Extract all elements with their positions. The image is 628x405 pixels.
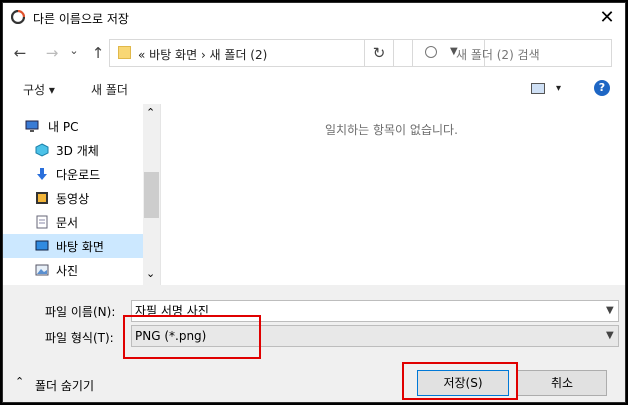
- up-button[interactable]: ↑: [87, 42, 109, 64]
- recent-locations-button[interactable]: ⌄: [63, 40, 85, 62]
- close-button[interactable]: ✕: [597, 8, 617, 28]
- tree-item-downloads[interactable]: 다운로드: [3, 162, 143, 186]
- filename-dropdown-icon[interactable]: ▼: [606, 305, 614, 316]
- filetype-label: 파일 형식(T):: [45, 331, 114, 345]
- tree-item-label: 동영상: [56, 192, 90, 206]
- filetype-dropdown-icon[interactable]: ▼: [606, 330, 614, 341]
- empty-folder-message: 일치하는 항목이 없습니다.: [325, 123, 458, 137]
- document-icon: [36, 215, 48, 229]
- folder-icon: [118, 46, 131, 59]
- 3d-objects-icon: [35, 143, 49, 157]
- navigation-pane: 내 PC 3D 개체 다운로드 동영상 문서 바탕 화면 사진 ⌃ ⌄: [3, 104, 160, 285]
- tree-item-label: 바탕 화면: [56, 240, 104, 254]
- help-icon[interactable]: ?: [594, 80, 610, 96]
- search-placeholder: 새 폴더 (2) 검색: [456, 48, 540, 62]
- scroll-up-icon[interactable]: ⌃: [146, 106, 155, 119]
- breadcrumb[interactable]: « 바탕 화면 › 새 폴더 (2): [138, 46, 267, 63]
- tree-item-label: 3D 개체: [56, 144, 99, 158]
- highlight-box-filetype: [123, 315, 261, 359]
- forward-button[interactable]: →: [41, 42, 63, 64]
- tree-item-label: 내 PC: [48, 120, 79, 134]
- tree-item-documents[interactable]: 문서: [3, 210, 143, 234]
- tree-scrollbar[interactable]: ⌃ ⌄: [143, 104, 160, 285]
- video-icon: [36, 192, 48, 204]
- chevron-up-icon[interactable]: ⌃: [15, 375, 24, 388]
- title-bar: 다른 이름으로 저장 ✕: [3, 3, 625, 33]
- command-bar: 구성 ▾ 새 폴더 ▾ ?: [3, 73, 625, 103]
- hide-folders-button[interactable]: 폴더 숨기기: [35, 377, 94, 394]
- save-form: 파일 이름(N): 자필 서명 사진 ▼ 파일 형식(T): PNG (*.pn…: [3, 285, 625, 402]
- search-icon: [425, 46, 437, 58]
- tree-item-pictures[interactable]: 사진: [3, 258, 143, 282]
- save-as-dialog: 다른 이름으로 저장 ✕ ← → ⌄ ↑ « 바탕 화면 › 새 폴더 (2) …: [2, 2, 626, 403]
- tree-item-label: 다운로드: [56, 168, 101, 182]
- pane-divider[interactable]: [160, 104, 161, 285]
- tree-item-3d-objects[interactable]: 3D 개체: [3, 138, 143, 162]
- view-options-icon[interactable]: [531, 83, 545, 94]
- scrollbar-thumb[interactable]: [144, 172, 159, 218]
- tree-item-videos[interactable]: 동영상: [3, 186, 143, 210]
- tree-item-label: 문서: [56, 216, 79, 230]
- pictures-icon: [35, 264, 49, 276]
- tree-item-label: 사진: [56, 264, 79, 278]
- refresh-button[interactable]: ↻: [364, 39, 394, 67]
- filename-label: 파일 이름(N):: [45, 305, 116, 319]
- tree-item-this-pc[interactable]: 내 PC: [3, 114, 143, 138]
- pc-icon: [25, 120, 39, 132]
- back-button[interactable]: ←: [9, 42, 31, 64]
- highlight-box-save: [402, 362, 518, 400]
- new-folder-button[interactable]: 새 폴더: [91, 81, 128, 98]
- organize-menu[interactable]: 구성 ▾: [23, 81, 55, 98]
- app-logo-icon: [11, 10, 25, 24]
- view-chevron-icon[interactable]: ▾: [556, 83, 561, 94]
- search-input[interactable]: 새 폴더 (2) 검색: [412, 39, 612, 67]
- desktop-icon: [35, 240, 49, 251]
- cancel-button[interactable]: 취소: [517, 370, 607, 396]
- scroll-down-icon[interactable]: ⌄: [146, 267, 155, 280]
- tree-item-desktop[interactable]: 바탕 화면: [3, 234, 143, 258]
- window-title: 다른 이름으로 저장: [33, 12, 129, 26]
- navigation-bar: ← → ⌄ ↑ « 바탕 화면 › 새 폴더 (2) ▼ ↻ 새 폴더 (2) …: [3, 34, 625, 72]
- download-icon: [37, 168, 47, 180]
